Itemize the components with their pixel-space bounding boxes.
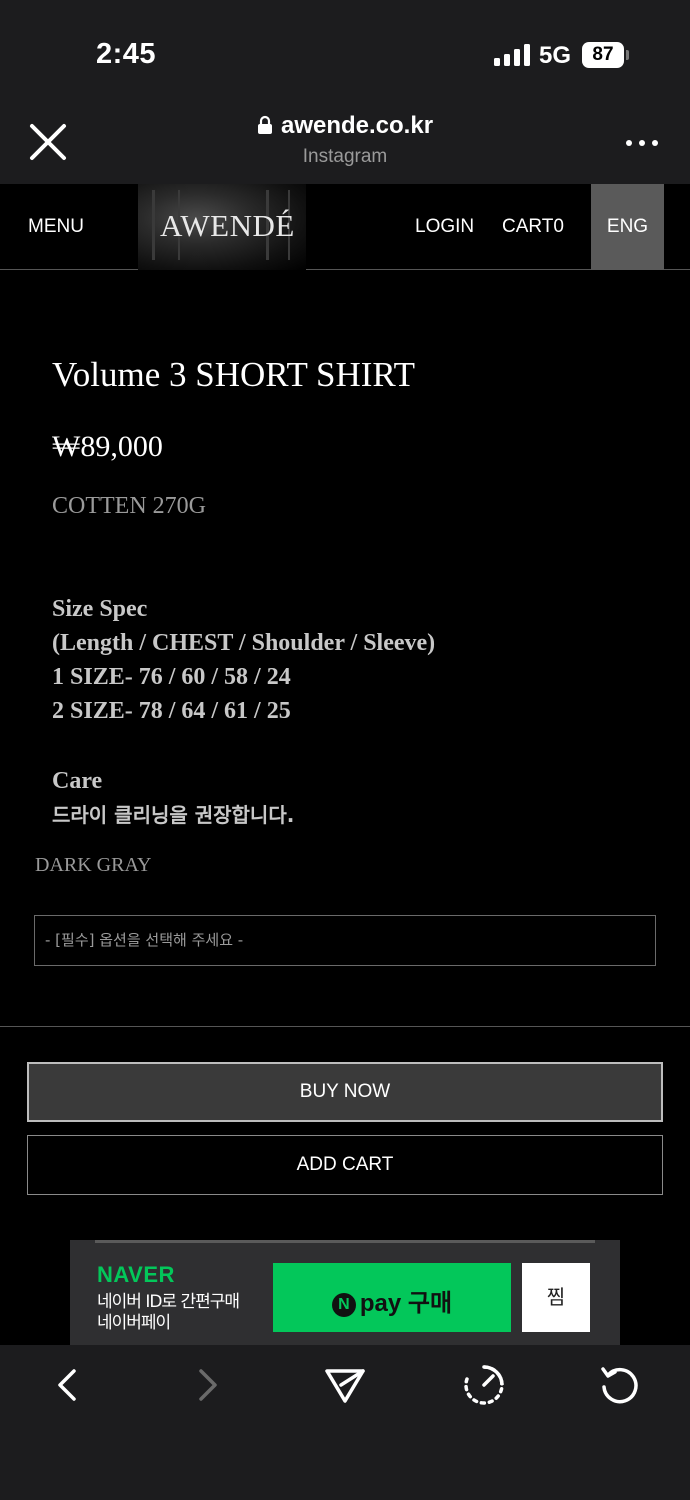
status-bar: 2:45 5G 87 [0, 0, 690, 100]
npay-desc-line: 네이버페이 [97, 1313, 171, 1333]
site-logo[interactable]: AWENDÉ [160, 208, 295, 244]
back-icon[interactable] [46, 1363, 90, 1407]
share-icon[interactable] [323, 1363, 367, 1407]
size-spec-heading: Size Spec [52, 596, 148, 622]
npay-pay-label: pay [359, 1290, 402, 1317]
care-text: 드라이 클리닝을 권장합니다. [52, 803, 295, 827]
product-title: Volume 3 SHORT SHIRT [52, 355, 416, 394]
status-time: 2:45 [96, 38, 157, 70]
color-label: DARK GRAY [35, 854, 152, 876]
naver-pay-widget: NAVER 네이버 ID로 간편구매 네이버페이 Npay 구매 찜 [70, 1240, 620, 1345]
product-price: ₩89,000 [52, 430, 163, 463]
more-horizontal-icon[interactable] [626, 140, 658, 150]
size-spec-columns: (Length / CHEST / Shoulder / Sleeve) [52, 630, 436, 656]
divider [0, 1026, 690, 1027]
signal-icon [494, 44, 530, 66]
npay-description: 네이버 ID로 간편구매 네이버페이 [97, 1292, 240, 1334]
size-spec-row: 2 SIZE- 78 / 64 / 61 / 25 [52, 698, 291, 724]
url-area[interactable]: awende.co.kr Instagram [0, 112, 690, 168]
option-select[interactable]: - [필수] 옵션을 선택해 주세요 - [34, 915, 656, 966]
size-spec: Size Spec (Length / CHEST / Shoulder / S… [52, 592, 435, 728]
nav-menu-link[interactable]: MENU [28, 216, 84, 238]
reload-icon[interactable] [598, 1363, 642, 1407]
nav-cart-link[interactable]: CART0 [502, 216, 564, 238]
speed-icon[interactable] [462, 1363, 506, 1407]
browser-toolbar [0, 1345, 690, 1500]
naver-n-icon: N [331, 1293, 356, 1317]
forward-icon[interactable] [185, 1363, 229, 1407]
url-text: awende.co.kr [280, 112, 434, 139]
language-button[interactable]: ENG [591, 184, 664, 270]
battery-icon: 87 [582, 42, 624, 68]
care-section: Care 드라이 클리닝을 권장합니다. [52, 764, 294, 832]
size-spec-row: 1 SIZE- 76 / 60 / 58 / 24 [52, 664, 291, 690]
url-source: Instagram [302, 146, 388, 167]
wishlist-button[interactable]: 찜 [522, 1263, 590, 1332]
site-nav: MENU AWENDÉ LOGIN CART0 ENG [0, 184, 690, 270]
care-heading: Care [52, 768, 103, 794]
add-cart-button[interactable]: ADD CART [27, 1135, 663, 1195]
npay-desc-line: 네이버 ID로 간편구매 [97, 1292, 240, 1312]
browser-header: awende.co.kr Instagram [0, 100, 690, 184]
buy-now-button[interactable]: BUY NOW [27, 1062, 663, 1122]
naver-logo: NAVER [97, 1262, 175, 1287]
network-type: 5G [539, 42, 572, 69]
npay-divider [95, 1240, 595, 1243]
npay-buy-label: 구매 [407, 1289, 453, 1317]
battery-tip [626, 50, 629, 60]
product-material: COTTEN 270G [52, 493, 206, 519]
npay-buy-button[interactable]: Npay 구매 [273, 1263, 511, 1332]
lock-icon [257, 115, 272, 134]
nav-login-link[interactable]: LOGIN [415, 216, 474, 238]
